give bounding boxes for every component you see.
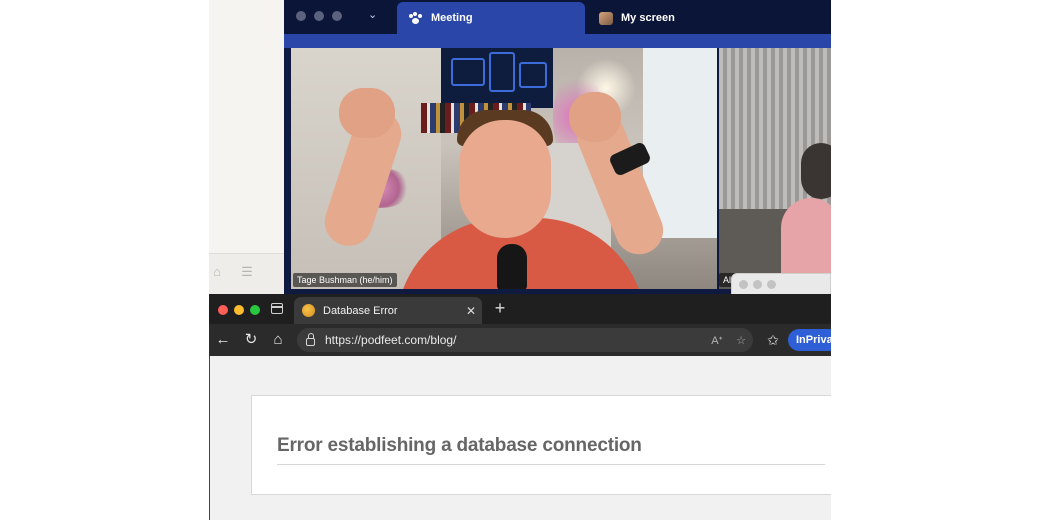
background-toolbar: ⌂ ☰ xyxy=(209,253,289,296)
participant-video-side[interactable]: All xyxy=(719,48,831,289)
tab-my-screen[interactable]: My screen xyxy=(587,2,787,34)
favorites-icon[interactable]: ✩ xyxy=(764,331,782,349)
star-icon[interactable]: ☆ xyxy=(729,334,753,347)
browser-zoom-button[interactable] xyxy=(250,305,260,315)
list-icon[interactable]: ☰ xyxy=(239,264,255,280)
plus-icon[interactable]: + xyxy=(489,297,511,319)
screen-avatar-icon xyxy=(599,11,613,25)
inprivate-badge[interactable]: InPrivat xyxy=(788,329,831,351)
browser-minimize-button[interactable] xyxy=(234,305,244,315)
error-heading: Error establishing a database connection xyxy=(277,435,642,456)
zoom-meeting-window: ⌄ Meeting My screen Tage Bushman (he/him… xyxy=(284,0,831,296)
participant-video-main[interactable]: Tage Bushman (he/him) xyxy=(291,48,717,289)
tab-actions-icon[interactable] xyxy=(271,303,283,314)
browser-tab-database-error[interactable]: Database Error ✕ xyxy=(294,297,482,324)
browser-toolbar: ← ↻ ⌂ https://podfeet.com/blog/ Aᐩ ☆ ✩ I… xyxy=(209,324,831,357)
tab-my-screen-label: My screen xyxy=(621,12,675,24)
zoom-minimize-button[interactable] xyxy=(314,11,324,21)
mini-close-button[interactable] xyxy=(739,280,748,289)
tab-meeting-label: Meeting xyxy=(431,12,473,24)
read-aloud-icon[interactable]: Aᐩ xyxy=(705,334,729,347)
background-window: ⌂ ☰ xyxy=(209,0,290,296)
tab-meeting[interactable]: Meeting xyxy=(397,2,585,34)
browser-tab-bar: Database Error ✕ + xyxy=(209,294,831,324)
browser-close-button[interactable] xyxy=(218,305,228,315)
zoom-accent-bar xyxy=(284,34,831,48)
address-url: https://podfeet.com/blog/ xyxy=(325,333,457,347)
mini-zoom-button[interactable] xyxy=(767,280,776,289)
microphone xyxy=(497,244,527,289)
lock-icon[interactable] xyxy=(306,333,315,346)
browser-window: Database Error ✕ + ← ↻ ⌂ https://podfeet… xyxy=(209,294,831,520)
mini-window xyxy=(731,273,831,295)
zoom-zoom-button[interactable] xyxy=(332,11,342,21)
favicon-icon xyxy=(302,304,315,317)
address-bar[interactable]: https://podfeet.com/blog/ Aᐩ ☆ xyxy=(297,328,753,352)
web-page: Error establishing a database connection xyxy=(209,356,831,520)
participant-name-tag: Tage Bushman (he/him) xyxy=(293,273,397,287)
paw-icon xyxy=(409,12,423,24)
close-icon[interactable]: ✕ xyxy=(460,304,482,318)
error-box: Error establishing a database connection xyxy=(251,395,831,495)
zoom-titlebar: ⌄ Meeting My screen xyxy=(284,0,831,34)
tag-icon[interactable]: ⌂ xyxy=(209,264,225,280)
browser-tab-title: Database Error xyxy=(323,304,398,317)
home-icon[interactable]: ⌂ xyxy=(269,331,287,349)
refresh-icon[interactable]: ↻ xyxy=(242,331,260,349)
divider xyxy=(277,464,825,465)
back-icon[interactable]: ← xyxy=(214,331,232,349)
zoom-close-button[interactable] xyxy=(296,11,306,21)
chevron-down-icon[interactable]: ⌄ xyxy=(368,8,377,21)
mini-minimize-button[interactable] xyxy=(753,280,762,289)
